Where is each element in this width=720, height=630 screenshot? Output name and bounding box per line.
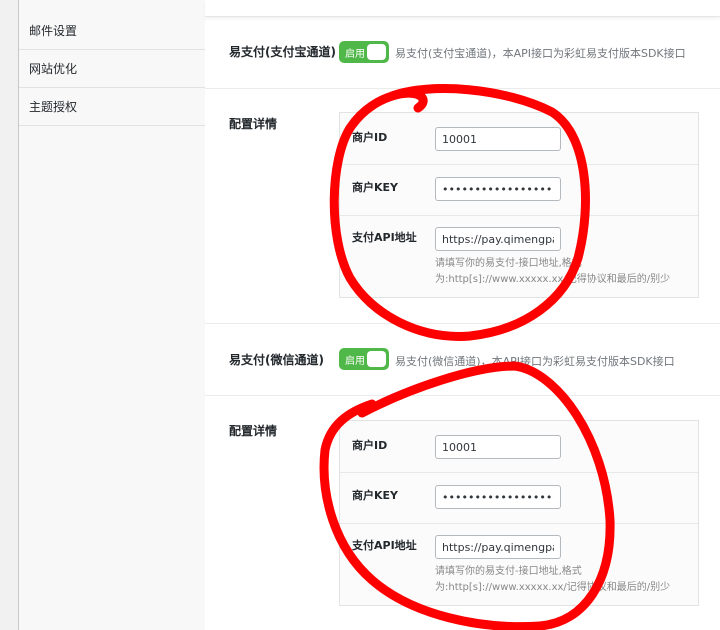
alipay-enable-toggle[interactable]: 启用 [339, 41, 389, 63]
toggle-knob [367, 351, 386, 367]
section-divider [205, 88, 720, 89]
api-url-hint: 请填写你的易支付-接口地址,格式 为:http[s]://www.xxxxx.x… [435, 256, 695, 288]
merchant-key-label: 商户KEY [352, 181, 399, 194]
top-shade [205, 0, 720, 17]
sidebar-item-theme-license[interactable]: 主题授权 [19, 88, 205, 126]
wechat-description: 易支付(微信通道)，本API接口为彩虹易支付版本SDK接口 [395, 355, 675, 368]
wechat-section-title: 易支付(微信通道) [229, 353, 324, 367]
sidebar-top-spacer [19, 0, 205, 12]
field-divider [340, 472, 698, 473]
left-edge [0, 0, 18, 630]
toggle-label: 启用 [345, 49, 365, 60]
merchant-key-input[interactable] [435, 485, 561, 509]
merchant-key-input[interactable] [435, 177, 561, 201]
field-divider [340, 215, 698, 216]
api-url-hint: 请填写你的易支付-接口地址,格式 为:http[s]://www.xxxxx.x… [435, 564, 695, 596]
settings-sidebar: 邮件设置 网站优化 主题授权 [18, 0, 206, 630]
alipay-section-title: 易支付(支付宝通道) [229, 45, 336, 59]
api-url-label: 支付API地址 [352, 231, 417, 244]
api-url-label: 支付API地址 [352, 539, 417, 552]
wechat-config-panel: 商户ID 商户KEY 支付API地址 请填写你的易支付-接口地址,格式 为:ht… [339, 420, 699, 606]
merchant-key-label: 商户KEY [352, 489, 399, 502]
merchant-id-input[interactable] [435, 435, 561, 459]
hint-line: 请填写你的易支付-接口地址,格式 [435, 566, 582, 577]
hint-line: 为:http[s]://www.xxxxx.xx/记得协议和最后的/别少 [435, 582, 671, 593]
section-divider [205, 395, 720, 396]
sidebar-item-email-settings[interactable]: 邮件设置 [19, 12, 205, 50]
merchant-id-input[interactable] [435, 127, 561, 151]
api-url-input[interactable] [435, 535, 561, 559]
section-divider [205, 323, 720, 324]
hint-line: 请填写你的易支付-接口地址,格式 [435, 258, 582, 269]
wechat-enable-toggle[interactable]: 启用 [339, 348, 389, 370]
sidebar-item-site-optimization[interactable]: 网站优化 [19, 50, 205, 88]
field-divider [340, 523, 698, 524]
toggle-label: 启用 [345, 356, 365, 367]
wechat-config-label: 配置详情 [229, 424, 278, 438]
alipay-config-panel: 商户ID 商户KEY 支付API地址 请填写你的易支付-接口地址,格式 为:ht… [339, 112, 699, 298]
settings-main: 易支付(支付宝通道) 启用 易支付(支付宝通道)，本API接口为彩虹易支付版本S… [205, 0, 720, 630]
merchant-id-label: 商户ID [352, 439, 388, 452]
alipay-description: 易支付(支付宝通道)，本API接口为彩虹易支付版本SDK接口 [395, 47, 686, 60]
hint-line: 为:http[s]://www.xxxxx.xx/记得协议和最后的/别少 [435, 274, 671, 285]
toggle-knob [367, 44, 386, 60]
api-url-input[interactable] [435, 227, 561, 251]
field-divider [340, 164, 698, 165]
alipay-config-label: 配置详情 [229, 117, 278, 131]
merchant-id-label: 商户ID [352, 131, 388, 144]
